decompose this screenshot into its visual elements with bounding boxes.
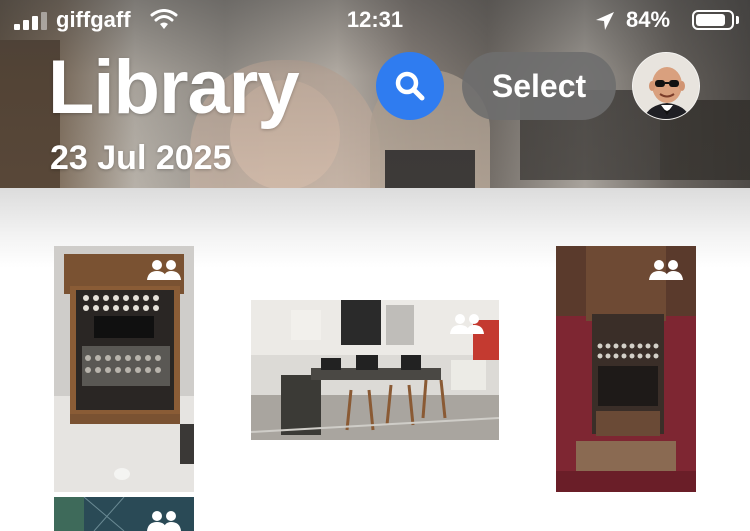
avatar-image <box>633 53 699 119</box>
photo-thumbnail[interactable] <box>54 246 194 492</box>
photo-image <box>54 246 194 492</box>
photo-thumbnail[interactable] <box>556 246 696 492</box>
search-button[interactable] <box>376 52 444 120</box>
battery-percentage: 84% <box>626 7 671 32</box>
shared-people-icon <box>147 260 181 280</box>
shared-people-icon <box>649 260 683 280</box>
search-icon <box>395 71 425 101</box>
photo-thumbnail[interactable] <box>54 497 194 531</box>
battery-cap <box>736 16 739 24</box>
page-date: 23 Jul 2025 <box>50 139 232 177</box>
photo-image <box>556 246 696 492</box>
location-arrow-icon <box>596 12 614 30</box>
shared-people-icon <box>450 314 484 334</box>
battery-level-fill <box>696 14 725 26</box>
select-button[interactable]: Select <box>462 52 616 120</box>
shared-people-icon <box>147 511 181 531</box>
battery-icon <box>692 10 734 30</box>
photo-thumbnail[interactable] <box>251 300 499 440</box>
profile-avatar[interactable] <box>632 52 700 120</box>
page-title: Library <box>48 45 300 130</box>
status-bar: giffgaff 12:31 84% <box>0 0 750 40</box>
